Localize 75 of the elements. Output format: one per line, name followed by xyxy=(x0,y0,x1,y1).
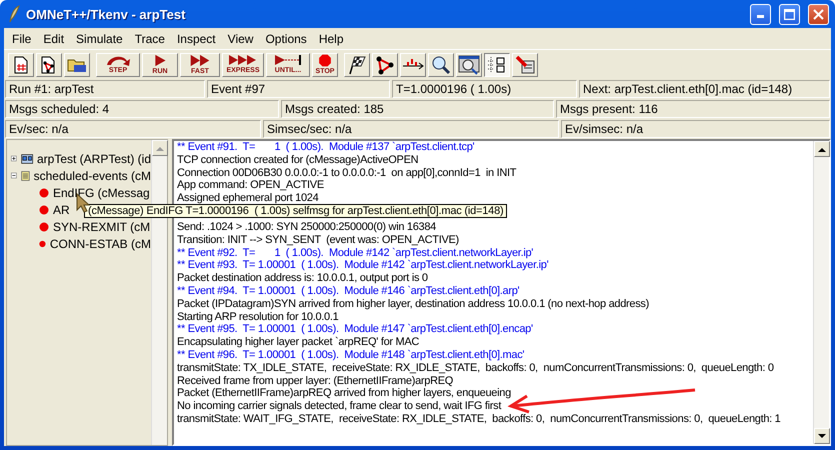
status-field: Run #1: arpTest xyxy=(5,80,205,98)
menu-item[interactable]: Edit xyxy=(37,32,70,46)
checkered-flag-icon xyxy=(347,54,367,74)
log-line: Packet (EthernetIIFrame)arpREQ arrived from higher layers, enqueueing xyxy=(177,387,511,400)
status-field: Ev/sec: n/a xyxy=(5,120,261,138)
down-arrow-icon[interactable] xyxy=(818,434,826,438)
up-arrow-icon[interactable] xyxy=(818,146,826,152)
menu-item[interactable]: Inspect xyxy=(170,32,222,46)
tree-item[interactable]: SYN-REXMIT (cM xyxy=(53,220,150,234)
menu-item[interactable]: View xyxy=(222,32,260,46)
tree-item[interactable]: scheduled-events (cM xyxy=(34,168,151,182)
scrollbar[interactable] xyxy=(813,141,829,444)
close-button[interactable] xyxy=(808,4,829,24)
menu-item[interactable]: File xyxy=(6,32,38,46)
tree-item[interactable]: AR xyxy=(53,202,70,216)
message-dot-icon xyxy=(39,222,49,232)
feather-icon xyxy=(8,5,20,23)
status-field: T=1.0000196 ( 1.00s) xyxy=(392,80,577,98)
event-banner-line: ** Event #92. T= 1 ( 1.00s). Module #142 `arpTest.client.networkLayer.ip' xyxy=(177,246,534,260)
document-icon xyxy=(13,56,29,74)
status-field: Msgs present: 116 xyxy=(556,100,830,118)
close-icon xyxy=(813,8,824,20)
log-line: Received frame from upper layer: (EthernetIIFrame)arpREQ xyxy=(177,374,454,388)
expand-icon[interactable] xyxy=(11,154,17,163)
tree-item[interactable]: CONN-ESTAB (cM xyxy=(50,236,151,250)
menu-item[interactable]: Simulate xyxy=(70,32,129,46)
play-until-icon xyxy=(273,54,303,66)
search-icon xyxy=(431,54,451,74)
event-banner-line: ** Event #93. T= 1.00001 ( 1.00s). Module #142 `arpTest.client.networkLayer.ip' xyxy=(177,259,548,272)
tree-view-icon xyxy=(487,54,507,74)
log-line: transmitState: TX_IDLE_STATE, receiveState: RX_IDLE_STATE, backoffs: 0, numConcurrentTransmissions: 0, queueLength: 0 xyxy=(177,362,774,375)
status-field: Simsec/sec: n/a xyxy=(263,120,559,138)
menu-item[interactable]: Options xyxy=(259,32,313,46)
menu-item[interactable]: Help xyxy=(312,32,350,46)
tree-item[interactable]: EndIFG (cMessag xyxy=(53,186,150,200)
message-dot-icon xyxy=(39,204,49,214)
inspector-window-icon xyxy=(458,54,480,74)
maximize-button[interactable] xyxy=(779,4,800,24)
log-line: Packet destination address is: 10.0.0.1, output port is 0 xyxy=(177,272,428,285)
log-line: Send: .1024 > .1000: SYN 250000:250000(0) win 16384 xyxy=(177,220,436,234)
log-line: transmitState: WAIT_IFG_STATE, receiveState: RX_IDLE_STATE, backoffs: 0, numConcurrentTransmissions: 0, queueLength: 1 xyxy=(177,412,781,426)
network-graph-icon xyxy=(375,54,395,74)
event-banner-line: ** Event #91. T= 1 ( 1.00s). Module #137 `arpTest.client.tcp' xyxy=(177,141,474,154)
log-line: Starting ARP resolution for 10.0.0.1 xyxy=(177,310,338,324)
status-field: Event #97 xyxy=(207,80,390,98)
fast-forward-icon xyxy=(228,54,258,66)
collapse-icon[interactable] xyxy=(11,171,17,180)
event-banner-line: ** Event #94. T= 1.00001 ( 1.00s). Module #146 `arpTest.client.eth[0].arp' xyxy=(177,284,520,298)
window-title: OMNeT++/Tkenv - arpTest xyxy=(26,6,186,22)
tooltip: (cMessage) EndIFG T=1.0000196 ( 1.00s) selfmsg for arpTest.client.eth[0].mac (id=148) xyxy=(84,204,508,218)
message-dot-icon xyxy=(39,238,46,248)
menu-item[interactable]: Trace xyxy=(128,32,171,46)
fast-forward-icon xyxy=(189,54,211,66)
message-dot-icon xyxy=(39,188,49,198)
maximize-icon xyxy=(784,8,795,20)
play-icon xyxy=(153,54,167,66)
folder-icon xyxy=(67,56,87,72)
log-line: Transition: INIT --> SYN_SENT (event was: OPEN_ACTIVE) xyxy=(177,234,459,247)
status-field: Next: arpTest.client.eth[0].mac (id=148) xyxy=(579,80,830,98)
log-line: Packet (IPDatagram)SYN arrived from higher layer, destination address 10.0.0.1 (no next-hop address) xyxy=(177,298,649,311)
log-line: TCP connection created for (cMessage)ActiveOPEN xyxy=(177,154,418,167)
screwdriver-icon xyxy=(515,54,535,74)
log-line: App command: OPEN_ACTIVE xyxy=(177,179,324,192)
status-field: Msgs created: 185 xyxy=(281,100,554,118)
status-field: Msgs scheduled: 4 xyxy=(5,100,279,118)
log-line: Assigned ephemeral port 1024 xyxy=(177,192,318,205)
log-line: Encapsulating higher layer packet `arpREQ' for MAC xyxy=(177,336,420,349)
log-line: No incoming carrier signals detected, frame clear to send, wait IFG first xyxy=(177,400,502,413)
minimize-button[interactable] xyxy=(750,4,771,24)
event-banner-line: ** Event #95. T= 1.00001 ( 1.00s). Module #147 `arpTest.client.eth[0].encap' xyxy=(177,323,533,336)
status-field: Ev/simsec: n/a xyxy=(561,120,830,138)
tree-item[interactable]: arpTest (ARPTest) (id xyxy=(36,152,151,166)
log-line: Connection 00D06B30 0.0.0.0:-1 to 0.0.0.0:-1 on app[0],connId=1 in INIT xyxy=(177,166,516,180)
event-banner-line: ** Event #96. T= 1.00001 ( 1.00s). Module #148 `arpTest.client.eth[0].mac' xyxy=(177,348,524,362)
toolbar-button[interactable] xyxy=(484,52,510,76)
